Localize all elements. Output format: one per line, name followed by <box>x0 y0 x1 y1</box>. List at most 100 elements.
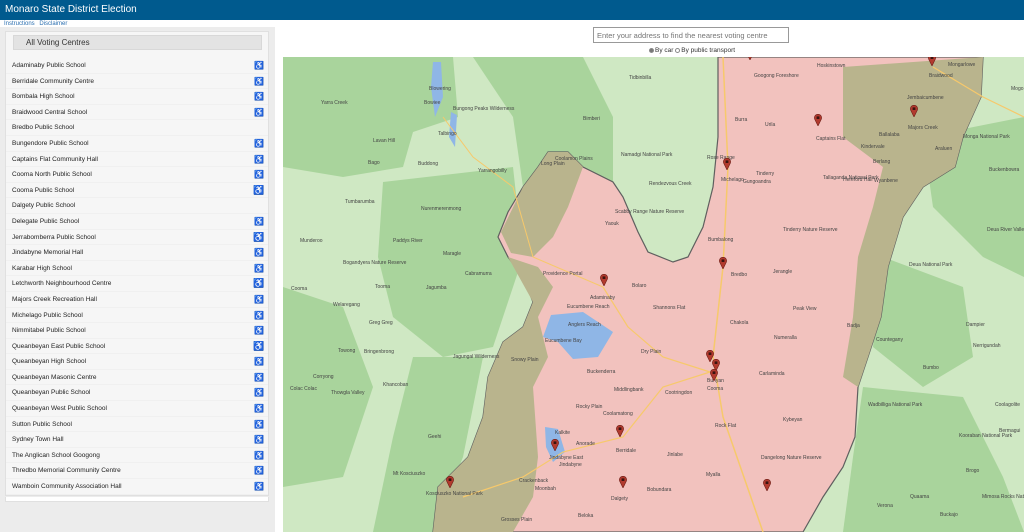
voting-centre-item[interactable]: Michelago Public School ♿ <box>6 308 268 324</box>
voting-centre-item[interactable]: Cooma Public School ♿ <box>6 183 268 199</box>
voting-centre-marker[interactable] <box>551 439 559 451</box>
voting-centre-item[interactable]: Thredbo Memorial Community Centre ♿ <box>6 463 268 480</box>
place-label: Peak View <box>793 306 817 312</box>
voting-centre-item[interactable]: Queanbeyan West Public School ♿ <box>6 401 268 417</box>
by-car-label: By car <box>655 47 674 54</box>
assisted-access-icon: ♿ <box>254 419 264 429</box>
place-label: Berlang <box>873 159 891 165</box>
voting-centre-item[interactable]: Bungendore Public School ♿ <box>6 136 268 152</box>
voting-centre-marker[interactable] <box>746 57 754 60</box>
assisted-access-icon: ♿ <box>254 482 264 492</box>
place-label: Dry Plain <box>641 349 662 355</box>
voting-centre-item[interactable]: Queanbeyan Public School ♿ <box>6 385 268 402</box>
place-label: Kosciuszko National Park <box>426 491 483 497</box>
voting-centre-marker[interactable] <box>928 57 936 66</box>
place-label: Burra <box>735 117 748 123</box>
assisted-access-icon: ♿ <box>254 310 264 320</box>
assisted-access-icon: ♿ <box>254 216 264 226</box>
voting-centre-item[interactable]: Letchworth Neighbourhood Centre ♿ <box>6 276 268 292</box>
place-label: Tinderry Nature Reserve <box>783 227 838 233</box>
place-label: Brogo <box>966 468 980 474</box>
voting-centre-item[interactable]: Majors Creek Recreation Hall ♿ <box>6 292 268 308</box>
all-voting-centres-button[interactable]: All Voting Centres <box>13 35 262 50</box>
place-label: Eucumbene Reach <box>567 304 610 310</box>
place-label: Buckajo <box>940 512 958 518</box>
place-label: Yarrangobilly <box>478 168 507 174</box>
voting-centre-item[interactable]: Queanbeyan High School ♿ <box>6 354 268 370</box>
voting-centre-marker[interactable] <box>446 476 454 488</box>
assisted-access-icon: ♿ <box>254 76 264 86</box>
place-label: Araluen <box>935 146 953 152</box>
voting-centre-item[interactable]: Bombala High School ♿ <box>6 89 268 105</box>
voting-centre-marker[interactable] <box>910 105 918 117</box>
voting-centre-name: Cooma Public School <box>12 186 75 194</box>
voting-centre-item[interactable]: Bredbo Public School <box>6 120 268 136</box>
place-label: Quaama <box>910 494 930 500</box>
voting-centre-marker[interactable] <box>723 158 731 170</box>
by-public-transport-radio[interactable] <box>675 47 681 53</box>
voting-centre-item[interactable]: Captains Flat Community Hall ♿ <box>6 152 268 168</box>
place-label: Anorade <box>576 441 595 447</box>
voting-centre-item[interactable]: Braidwood Central School ♿ <box>6 105 268 121</box>
place-label: Kalkite <box>555 430 571 436</box>
voting-centre-item[interactable]: Cooma North Public School ♿ <box>6 167 268 183</box>
place-label: Paddys River <box>393 238 423 244</box>
park-area <box>283 57 458 177</box>
voting-centre-marker[interactable] <box>710 369 718 381</box>
voting-centre-item[interactable]: Jindabyne Memorial Hall ♿ <box>6 245 268 261</box>
place-label: Numeralla <box>774 335 797 341</box>
place-label: Corryong <box>313 374 334 380</box>
place-label: Rock Flat <box>715 423 737 429</box>
place-label: Bumbalong <box>708 237 734 243</box>
assisted-access-icon: ♿ <box>254 435 264 445</box>
voting-centre-marker[interactable] <box>719 257 727 269</box>
place-label: Tidbinbilla <box>629 75 652 81</box>
voting-centre-item[interactable]: The Anglican School Googong ♿ <box>6 448 268 464</box>
place-label: Crackenback <box>519 478 549 484</box>
place-label: Buckenderra <box>587 369 616 375</box>
assisted-access-icon: ♿ <box>254 92 264 102</box>
voting-centre-item[interactable]: Karabar High School ♿ <box>6 261 268 277</box>
voting-centre-item[interactable]: Queanbeyan East Public School ♿ <box>6 339 268 355</box>
voting-centre-item[interactable]: Adaminaby Public School ♿ <box>6 58 268 74</box>
place-label: Munderoo <box>300 238 323 244</box>
place-label: Coolamatong <box>603 411 633 417</box>
voting-centre-item[interactable]: Wamboin Community Association Hall ♿ <box>6 479 268 495</box>
voting-centre-item[interactable]: Delegate Public School ♿ <box>6 214 268 230</box>
place-label: Blowering <box>429 86 451 92</box>
assisted-access-icon: ♿ <box>254 388 264 398</box>
voting-centre-marker[interactable] <box>619 476 627 488</box>
assisted-access-icon: ♿ <box>254 372 264 382</box>
address-search-input[interactable] <box>593 27 789 43</box>
place-label: Scabby Range Nature Reserve <box>615 209 685 215</box>
voting-centre-name: Braidwood Central School <box>12 108 88 116</box>
wheelchair-access-icon: ♿ <box>253 340 265 351</box>
place-label: Geehi <box>428 434 442 440</box>
assisted-access-icon: ♿ <box>254 466 264 476</box>
voting-centre-item[interactable]: Sydney Town Hall ♿ <box>6 432 268 448</box>
place-label: Deua National Park <box>909 262 953 268</box>
voting-centre-marker[interactable] <box>814 114 822 126</box>
voting-centre-item[interactable]: Jerrabomberra Public School ♿ <box>6 230 268 246</box>
place-label: Tinderry <box>756 171 775 177</box>
voting-centre-name: Captains Flat Community Hall <box>12 155 98 163</box>
voting-centre-item[interactable]: Dalgety Public School <box>6 198 268 214</box>
place-label: Captains Flat <box>816 136 846 142</box>
assisted-access-icon: ♿ <box>254 138 264 148</box>
place-label: Beloka <box>578 513 594 519</box>
by-car-radio[interactable] <box>649 47 654 53</box>
voting-centre-marker[interactable] <box>616 425 624 437</box>
place-label: Jagumba <box>426 285 447 291</box>
place-label: Rocky Plain <box>576 404 603 410</box>
voting-centre-item[interactable]: Nimmitabel Public School ♿ <box>6 323 268 339</box>
place-label: Jinlabe <box>667 452 683 458</box>
voting-centre-item[interactable]: Berridale Community Centre ♿ <box>6 74 268 90</box>
voting-centre-marker[interactable] <box>763 479 771 491</box>
place-label: Jembaicumbene <box>907 95 944 101</box>
voting-centre-item[interactable]: Sutton Public School ♿ <box>6 417 268 433</box>
voting-centre-marker[interactable] <box>600 274 608 286</box>
district-map[interactable]: Yarra Creek Lavan Hill Bago Buddong Talbingo… <box>283 57 1024 532</box>
place-label: Adaminaby <box>590 295 616 301</box>
by-public-transport-label: By public transport <box>681 47 736 54</box>
voting-centre-item[interactable]: Queanbeyan Masonic Centre ♿ <box>6 370 268 386</box>
